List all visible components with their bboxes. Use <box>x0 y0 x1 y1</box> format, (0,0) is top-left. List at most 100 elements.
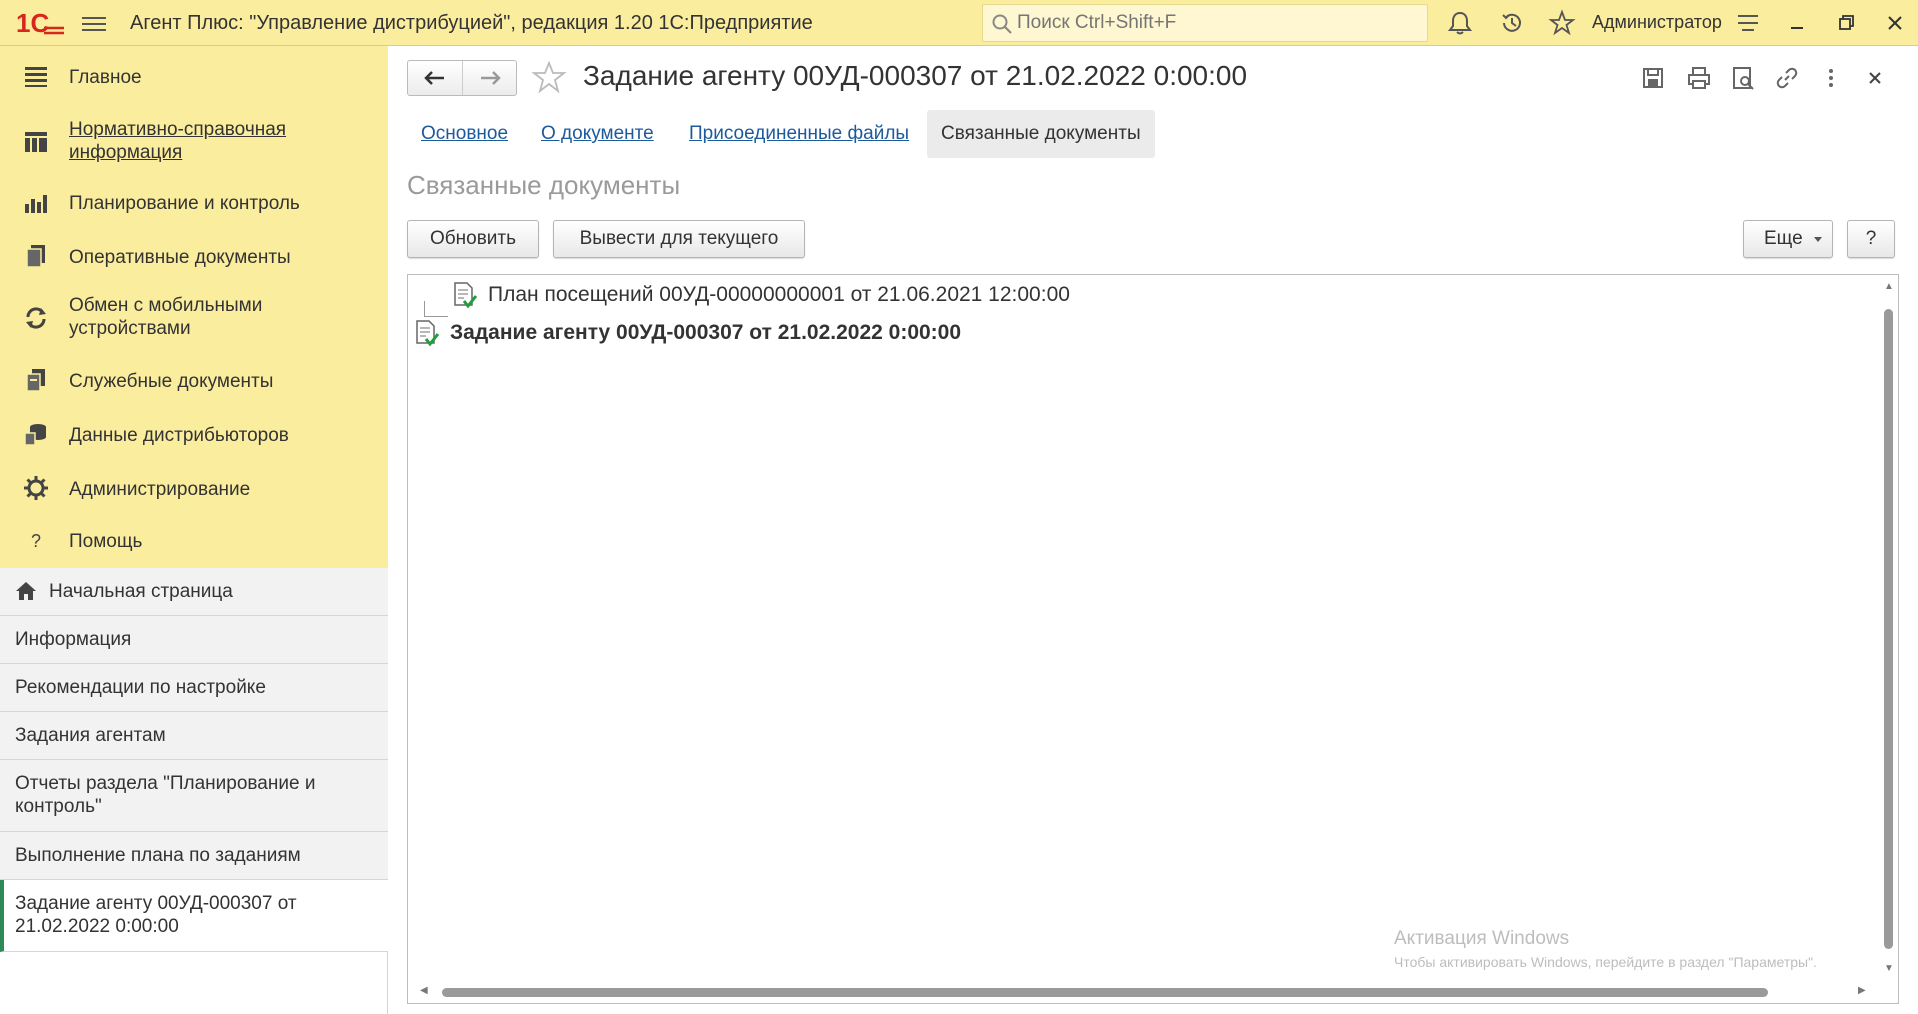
search-input[interactable] <box>1015 7 1415 39</box>
app-title: Агент Плюс: "Управление дистрибуцией", р… <box>130 12 813 34</box>
refresh-button[interactable]: Обновить <box>407 220 539 258</box>
open-item-agent-tasks[interactable]: Задания агентам <box>0 712 388 760</box>
link-icon[interactable] <box>1773 64 1801 92</box>
vertical-scrollbar[interactable]: ▲ ▼ <box>1878 275 1898 1003</box>
history-nav <box>407 60 517 96</box>
print-icon[interactable] <box>1685 64 1713 92</box>
reference-grid-icon <box>25 132 47 152</box>
search-icon <box>992 14 1012 34</box>
documents-icon <box>26 245 45 268</box>
settings-menu-icon[interactable] <box>1734 9 1762 37</box>
section-main[interactable]: Главное <box>0 58 388 98</box>
preview-icon[interactable] <box>1729 64 1757 92</box>
open-item-label: Рекомендации по настройке <box>15 677 266 698</box>
page-title: Задание агенту 00УД-000307 от 21.02.2022… <box>583 60 1248 91</box>
vertical-scroll-thumb[interactable] <box>1884 309 1893 949</box>
home-icon <box>16 582 36 600</box>
related-documents-tree: План посещений 00УД-00000000001 от 21.06… <box>407 274 1899 1004</box>
show-for-current-button[interactable]: Вывести для текущего <box>553 220 805 258</box>
tree-row-current[interactable]: Задание агенту 00УД-000307 от 21.02.2022… <box>408 317 1868 349</box>
history-icon[interactable] <box>1498 9 1526 37</box>
section-service-docs[interactable]: Служебные документы <box>0 362 388 402</box>
restore-icon[interactable] <box>1832 8 1862 38</box>
section-label: Служебные документы <box>69 371 274 392</box>
section-distributor-data[interactable]: Данные дистрибьюторов <box>0 416 388 456</box>
scroll-right-icon[interactable]: ▶ <box>1858 985 1866 996</box>
user-name[interactable]: Администратор <box>1592 12 1722 33</box>
open-item-plan-execution[interactable]: Выполнение плана по заданиям <box>0 832 388 880</box>
favorites-star-icon[interactable] <box>1548 9 1576 37</box>
section-label: Планирование и контроль <box>69 193 300 214</box>
tree-connector <box>424 301 448 317</box>
sidebar: Главное Нормативно-справочная информация… <box>0 46 388 1014</box>
svg-text:?: ? <box>31 531 41 551</box>
menu-list-icon <box>25 67 47 87</box>
section-label: Нормативно-справочная информация <box>69 119 287 163</box>
minimize-icon[interactable] <box>1782 8 1812 38</box>
section-planning[interactable]: Планирование и контроль <box>0 184 388 224</box>
open-item-label: Задания агентам <box>15 725 166 746</box>
back-arrow-icon[interactable] <box>408 61 462 95</box>
open-item-planning-reports[interactable]: Отчеты раздела "Планирование и контроль" <box>0 760 388 832</box>
open-item-current-task[interactable]: Задание агенту 00УД-000307 от 21.02.2022… <box>0 880 388 952</box>
open-item-label: Отчеты раздела "Планирование и контроль" <box>15 773 316 817</box>
main-menu-icon[interactable] <box>82 13 106 33</box>
section-label: Обмен с мобильными устройствами <box>69 295 263 339</box>
watermark-title: Активация Windows <box>1394 928 1570 949</box>
service-docs-icon <box>26 369 45 392</box>
forward-arrow-icon[interactable] <box>463 61 517 95</box>
tab-attached-files[interactable]: Присоединенные файлы <box>689 110 909 158</box>
open-item-label: Информация <box>15 629 132 650</box>
horizontal-scroll-thumb[interactable] <box>442 988 1768 997</box>
tab-about-document[interactable]: О документе <box>541 110 654 158</box>
tree-item-label: Задание агенту 00УД-000307 от 21.02.2022… <box>450 321 962 344</box>
scroll-down-icon[interactable]: ▼ <box>1884 963 1894 974</box>
1c-logo[interactable]: 1С <box>14 8 66 38</box>
tree-item-label: План посещений 00УД-00000000001 от 21.06… <box>488 283 1070 306</box>
help-icon: ? <box>31 531 41 551</box>
search-box[interactable] <box>982 4 1428 42</box>
sections-panel: Главное Нормативно-справочная информация… <box>0 46 388 568</box>
section-label: Помощь <box>69 531 143 552</box>
windows-activation-watermark: Активация Windows Чтобы активировать Win… <box>1394 928 1817 970</box>
open-item-information[interactable]: Информация <box>0 616 388 664</box>
save-icon[interactable] <box>1639 64 1667 92</box>
open-item-home[interactable]: Начальная страница <box>0 568 388 616</box>
section-administration[interactable]: Администрирование <box>0 470 388 510</box>
open-item-label: Выполнение плана по заданиям <box>15 845 301 866</box>
section-operational-docs[interactable]: Оперативные документы <box>0 238 388 278</box>
open-item-recommendations[interactable]: Рекомендации по настройке <box>0 664 388 712</box>
section-title: Связанные документы <box>407 170 681 200</box>
bell-icon[interactable] <box>1446 9 1474 37</box>
chevron-down-icon <box>1814 237 1822 242</box>
posted-document-icon <box>454 282 478 309</box>
title-bar: 1С Агент Плюс: "Управление дистрибуцией"… <box>0 0 1918 46</box>
more-button[interactable]: Еще <box>1743 220 1833 258</box>
tab-main[interactable]: Основное <box>421 110 508 158</box>
posted-document-icon <box>416 320 440 347</box>
section-label: Оперативные документы <box>69 247 291 268</box>
help-button[interactable]: ? <box>1847 220 1895 258</box>
section-help[interactable]: ? Помощь <box>0 522 388 562</box>
horizontal-scrollbar[interactable]: ◀ ▶ <box>408 981 1880 1003</box>
close-window-icon[interactable] <box>1880 8 1910 38</box>
scroll-left-icon[interactable]: ◀ <box>420 985 428 996</box>
section-reference-info[interactable]: Нормативно-справочная информация <box>0 114 388 170</box>
sync-icon <box>26 307 46 329</box>
section-label: Данные дистрибьюторов <box>69 425 289 446</box>
close-form-icon[interactable] <box>1861 64 1889 92</box>
distributor-data-icon <box>24 424 46 446</box>
scroll-up-icon[interactable]: ▲ <box>1884 281 1894 292</box>
open-item-label: Начальная страница <box>49 581 233 602</box>
bar-chart-icon <box>25 195 47 213</box>
section-label: Главное <box>69 67 142 88</box>
more-actions-icon[interactable] <box>1817 64 1845 92</box>
gear-icon <box>24 476 48 500</box>
favorite-star-icon[interactable] <box>531 60 567 96</box>
more-button-label: Еще <box>1764 228 1803 249</box>
section-mobile-exchange[interactable]: Обмен с мобильными устройствами <box>0 290 388 346</box>
tab-related-documents[interactable]: Связанные документы <box>927 110 1155 158</box>
section-label: Администрирование <box>69 479 251 500</box>
watermark-text: Чтобы активировать Windows, перейдите в … <box>1394 954 1817 970</box>
tree-row[interactable]: План посещений 00УД-00000000001 от 21.06… <box>408 279 1868 317</box>
